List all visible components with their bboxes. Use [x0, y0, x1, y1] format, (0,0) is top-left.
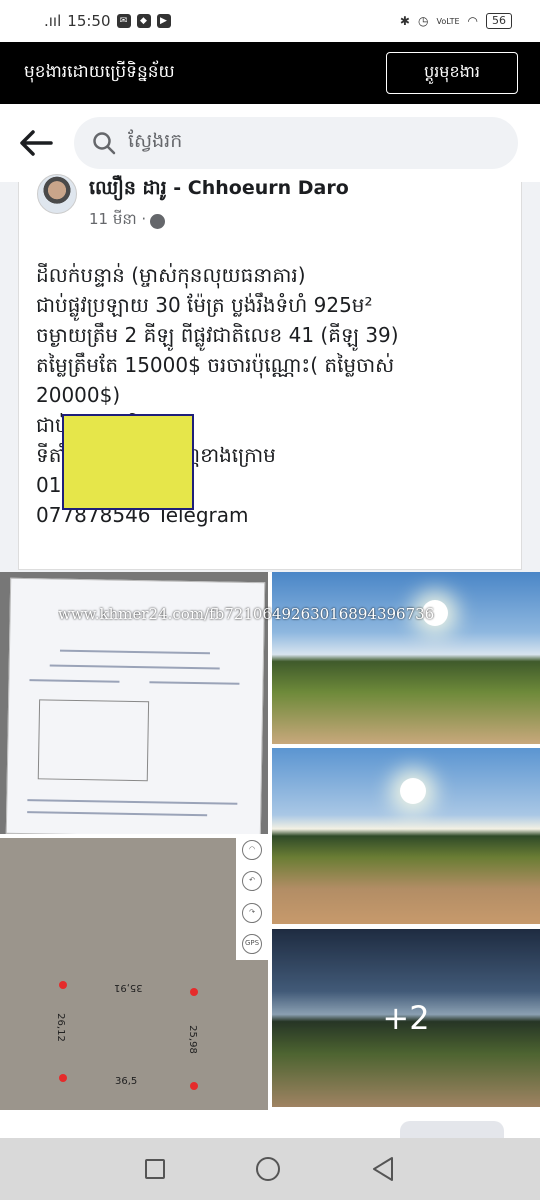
data-mode-banner: មុខងារដោយប្រើទិន្នន័យ ប្ដូរមុខងារ [0, 42, 540, 104]
document-plot-map [37, 699, 150, 782]
document-line [149, 681, 240, 685]
switch-mode-button[interactable]: ប្ដូរមុខងារ [386, 52, 518, 94]
post-line: ចម្ងាយត្រឹម 2 គីឡូ ពីផ្លូវជាតិលេខ 41 (គី… [36, 323, 399, 347]
document-line [49, 664, 220, 670]
battery-indicator: 56 [486, 13, 512, 29]
search-placeholder: ស្វែងរក [128, 130, 183, 152]
document-line [29, 679, 120, 683]
plot-dimension-top: 35,91 [114, 982, 143, 993]
status-bar: .ııl 15:50 ✉ ◆ ▶ ✱ ◷ VoLTE ◠ 56 [0, 0, 540, 42]
field-photo-2[interactable] [272, 748, 540, 924]
status-right: ✱ ◷ VoLTE ◠ 56 [400, 13, 512, 29]
post-author[interactable]: ឈឿន ដារូ - Chhoeurn Daro [89, 176, 349, 204]
avatar[interactable] [37, 174, 77, 214]
post-time[interactable]: 11 មីនា · [89, 210, 146, 232]
plot-dimension-right: 25,98 [186, 1025, 198, 1054]
document-line [27, 811, 208, 817]
map-tools: ◠ ↶ ↷ GPS [236, 834, 268, 960]
gps-icon: GPS [242, 934, 262, 955]
alarm-icon: ◷ [417, 14, 429, 28]
app-notification-icon: ◆ [136, 14, 151, 28]
aerial-plot-photo[interactable] [0, 838, 268, 1110]
field-photo-1[interactable] [272, 572, 540, 744]
messenger-icon: ✉ [116, 14, 131, 28]
post-line: តម្លៃត្រឹមតែ 15000$ ចរចារប៉ុណ្ណោះ( តម្លៃ… [36, 353, 395, 377]
post-line: 20000$) [36, 383, 121, 407]
plot-dimension-bottom: 36,5 [115, 1076, 138, 1087]
plot-corner-marker [59, 981, 67, 989]
recents-button[interactable] [145, 1159, 166, 1179]
back-button[interactable] [18, 125, 54, 161]
search-header: ស្វែងរក [0, 104, 540, 182]
undo-icon: ↶ [242, 871, 262, 892]
status-time: 15:50 [67, 12, 111, 30]
status-left: .ııl 15:50 ✉ ◆ ▶ [44, 12, 171, 30]
plot-corner-marker [190, 988, 198, 996]
post-card: ឈឿន ដារូ - Chhoeurn Daro 11 មីនា · ដីលក់… [18, 174, 522, 570]
search-input[interactable]: ស្វែងរក [74, 117, 518, 169]
back-triangle-icon[interactable] [371, 1156, 395, 1182]
post-meta: 11 មីនា · [89, 210, 166, 232]
plot-corner-marker [59, 1074, 67, 1082]
globe-icon [150, 213, 166, 229]
signal-indicator: .ııl [44, 12, 62, 30]
banner-text: មុខងារដោយប្រើទិន្នន័យ [24, 61, 175, 82]
document-line [27, 799, 238, 805]
volte-indicator: VoLTE [436, 16, 460, 26]
plot-corner-marker [190, 1082, 198, 1090]
plot-dimension-left: 26,12 [54, 1013, 66, 1042]
wifi-icon: ◠ [467, 14, 478, 28]
land-plot-outline [62, 414, 194, 510]
post-line: ជាប់ផ្លូវប្រឡាយ 30 ម៉ែត្រ ប្លង់រឹងទំហំ 9… [36, 293, 373, 317]
compass-icon: ◠ [242, 839, 262, 860]
search-icon [93, 132, 116, 155]
arrow-left-icon [20, 130, 53, 156]
sun [400, 778, 426, 804]
youtube-icon: ▶ [156, 14, 171, 28]
watermark: www.khmer24.com/fb7210649263016894396736 [58, 605, 435, 623]
system-nav-bar [0, 1138, 540, 1200]
more-photos-overlay[interactable]: +2 [272, 929, 540, 1107]
post-line: ដីលក់បន្ទាន់ (ម្ចាស់កុនលុយធនាគារ) [36, 263, 306, 287]
home-button[interactable] [255, 1157, 280, 1181]
bluetooth-icon: ✱ [399, 14, 410, 28]
redo-icon: ↷ [242, 902, 262, 923]
document-line [59, 649, 210, 655]
